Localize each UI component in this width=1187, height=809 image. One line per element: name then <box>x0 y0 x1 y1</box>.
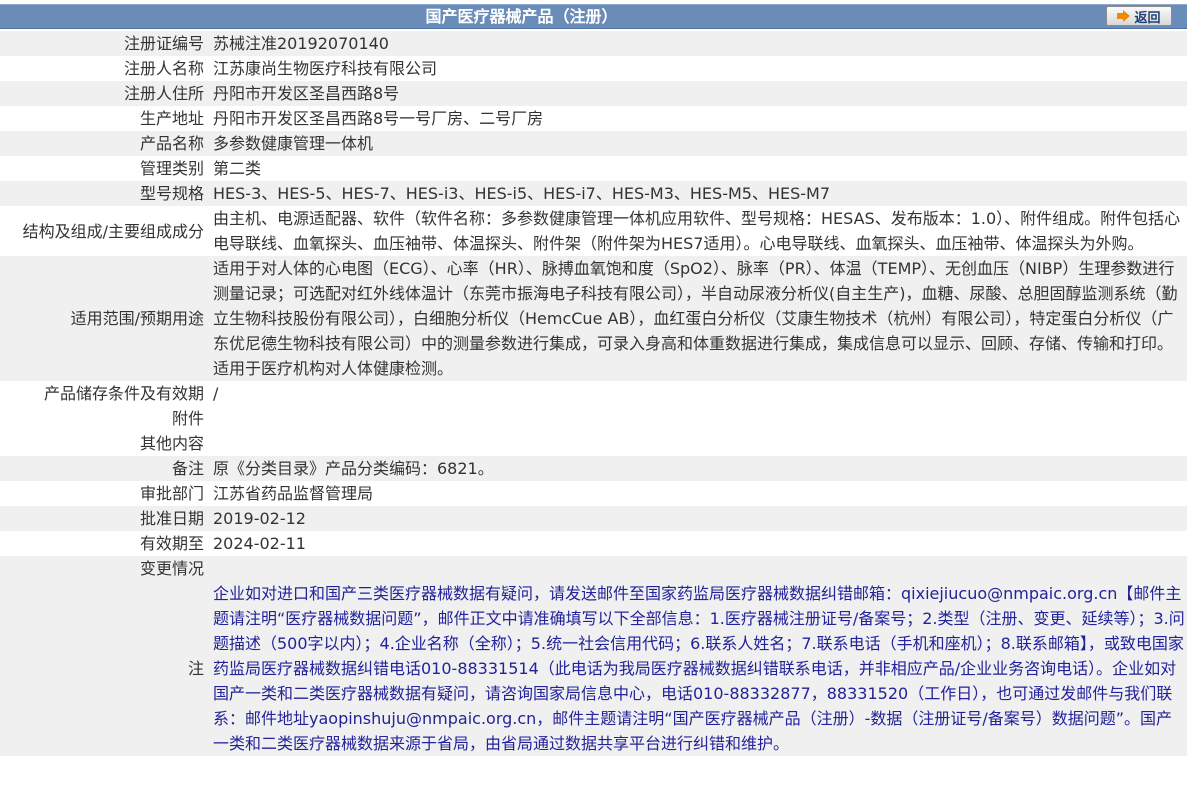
field-label: 备注 <box>0 456 207 481</box>
row-approval-date: 批准日期 2019-02-12 <box>0 506 1187 531</box>
field-value: 原《分类目录》产品分类编码：6821。 <box>207 456 1187 481</box>
field-value: 江苏省药品监督管理局 <box>207 481 1187 506</box>
field-value: 2024-02-11 <box>207 531 1187 556</box>
field-value: 丹阳市开发区圣昌西路8号 <box>207 81 1187 106</box>
field-label: 有效期至 <box>0 531 207 556</box>
back-button-label: 返回 <box>1134 10 1161 26</box>
field-value: HES-3、HES-5、HES-7、HES-i3、HES-i5、HES-i7、H… <box>207 181 1187 206</box>
field-label: 注册人住所 <box>0 81 207 106</box>
field-label: 注册证编号 <box>0 31 207 56</box>
field-label: 注册人名称 <box>0 56 207 81</box>
field-label: 结构及组成/主要组成成分 <box>0 206 207 256</box>
field-label: 审批部门 <box>0 481 207 506</box>
field-value: 2019-02-12 <box>207 506 1187 531</box>
row-remarks: 备注 原《分类目录》产品分类编码：6821。 <box>0 456 1187 481</box>
arrow-right-icon <box>1117 10 1131 22</box>
field-value: 多参数健康管理一体机 <box>207 131 1187 156</box>
row-product-name: 产品名称 多参数健康管理一体机 <box>0 131 1187 156</box>
row-change-status: 变更情况 <box>0 556 1187 581</box>
row-management-category: 管理类别 第二类 <box>0 156 1187 181</box>
field-value: 由主机、电源适配器、软件（软件名称：多参数健康管理一体机应用软件、型号规格：HE… <box>207 206 1187 256</box>
field-value <box>207 431 1187 456</box>
back-button[interactable]: 返回 <box>1106 6 1172 26</box>
field-label: 其他内容 <box>0 431 207 456</box>
field-value <box>207 406 1187 431</box>
row-storage-validity: 产品储存条件及有效期 / <box>0 381 1187 406</box>
field-label: 产品名称 <box>0 131 207 156</box>
field-value <box>207 556 1187 581</box>
row-attachments: 附件 <box>0 406 1187 431</box>
field-label: 变更情况 <box>0 556 207 581</box>
title-bar: 国产医疗器械产品（注册） 返回 <box>0 0 1187 31</box>
row-registration-number: 注册证编号 苏械注准20192070140 <box>0 31 1187 56</box>
field-value: 苏械注准20192070140 <box>207 31 1187 56</box>
row-production-address: 生产地址 丹阳市开发区圣昌西路8号一号厂房、二号厂房 <box>0 106 1187 131</box>
row-valid-until: 有效期至 2024-02-11 <box>0 531 1187 556</box>
field-label: 生产地址 <box>0 106 207 131</box>
field-label: 型号规格 <box>0 181 207 206</box>
field-value: 江苏康尚生物医疗科技有限公司 <box>207 56 1187 81</box>
field-label: 产品储存条件及有效期 <box>0 381 207 406</box>
row-other-content: 其他内容 <box>0 431 1187 456</box>
row-model-spec: 型号规格 HES-3、HES-5、HES-7、HES-i3、HES-i5、HES… <box>0 181 1187 206</box>
field-label: 适用范围/预期用途 <box>0 256 207 381</box>
page-title: 国产医疗器械产品（注册） <box>425 7 618 26</box>
row-registrant-name: 注册人名称 江苏康尚生物医疗科技有限公司 <box>0 56 1187 81</box>
field-label: 批准日期 <box>0 506 207 531</box>
row-structure-composition: 结构及组成/主要组成成分 由主机、电源适配器、软件（软件名称：多参数健康管理一体… <box>0 206 1187 256</box>
row-registrant-address: 注册人住所 丹阳市开发区圣昌西路8号 <box>0 81 1187 106</box>
field-label: 管理类别 <box>0 156 207 181</box>
field-value: 适用于对人体的心电图（ECG）、心率（HR）、脉搏血氧饱和度（SpO2）、脉率（… <box>207 256 1187 381</box>
field-label: 附件 <box>0 406 207 431</box>
field-value: / <box>207 381 1187 406</box>
field-value: 丹阳市开发区圣昌西路8号一号厂房、二号厂房 <box>207 106 1187 131</box>
row-note: 注 企业如对进口和国产三类医疗器械数据有疑问，请发送邮件至国家药监局医疗器械数据… <box>0 581 1187 756</box>
field-value: 第二类 <box>207 156 1187 181</box>
field-label: 注 <box>0 581 207 756</box>
row-intended-use: 适用范围/预期用途 适用于对人体的心电图（ECG）、心率（HR）、脉搏血氧饱和度… <box>0 256 1187 381</box>
row-approval-department: 审批部门 江苏省药品监督管理局 <box>0 481 1187 506</box>
note-text: 企业如对进口和国产三类医疗器械数据有疑问，请发送邮件至国家药监局医疗器械数据纠错… <box>207 581 1187 756</box>
registration-info-table: 注册证编号 苏械注准20192070140 注册人名称 江苏康尚生物医疗科技有限… <box>0 31 1187 756</box>
